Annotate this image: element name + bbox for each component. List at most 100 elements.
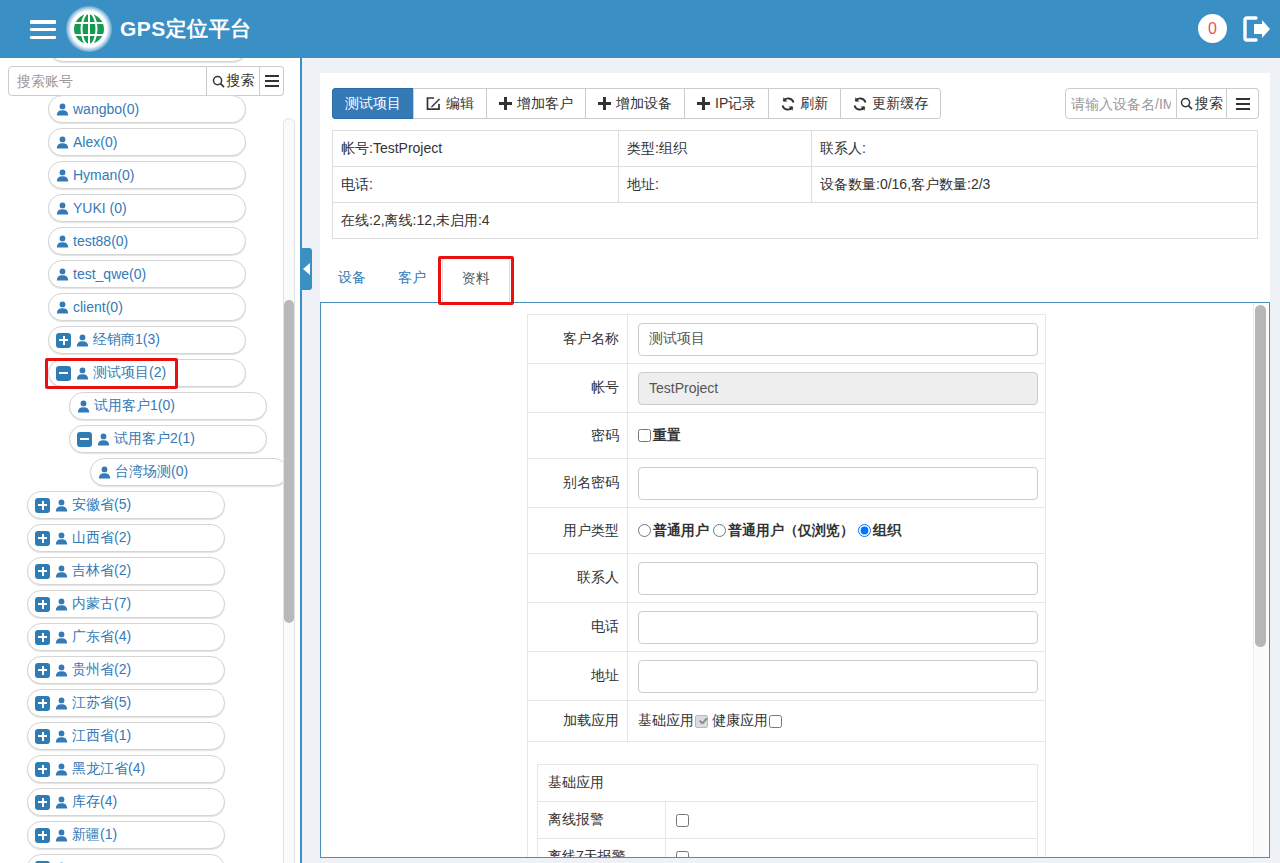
tree-item-江西省(1)[interactable]: 江西省(1) — [27, 722, 225, 750]
toolbar-button-刷新[interactable]: 刷新 — [768, 88, 841, 119]
user-icon — [55, 532, 68, 545]
tree-item-安徽省(5)[interactable]: 安徽省(5) — [27, 491, 225, 519]
expand-plus-icon[interactable] — [35, 597, 50, 612]
form-row-密码: 密码重置 — [528, 413, 1045, 459]
panel-scrollbar-thumb[interactable] — [1255, 305, 1266, 647]
sidebar-collapse-handle[interactable] — [301, 248, 312, 290]
device-search-input[interactable] — [1065, 88, 1177, 119]
user-icon — [98, 466, 111, 479]
tree-item-client(0)[interactable]: client(0) — [48, 293, 246, 321]
form-input-地址[interactable] — [638, 660, 1038, 693]
tree-item-Hyman(0)[interactable]: Hyman(0) — [48, 161, 246, 189]
device-search-menu-button[interactable] — [1227, 88, 1259, 119]
toolbar-button-IP记录[interactable]: IP记录 — [684, 88, 769, 119]
top-bar: GPS定位平台 0 — [0, 0, 1280, 58]
collapse-minus-icon[interactable] — [56, 366, 71, 381]
expand-plus-icon[interactable] — [35, 498, 50, 513]
form-input-帐号[interactable] — [638, 372, 1038, 405]
form-input-联系人[interactable] — [638, 562, 1038, 595]
tree-item-台湾场测(0)[interactable]: 台湾场测(0) — [90, 458, 288, 486]
collapse-minus-icon[interactable] — [77, 432, 92, 447]
form-label: 帐号 — [528, 364, 628, 412]
toolbar-button-更新缓存[interactable]: 更新缓存 — [840, 88, 941, 119]
form-input-别名密码[interactable] — [638, 467, 1038, 500]
account-search-button[interactable]: 搜索 — [207, 66, 260, 96]
form-field — [628, 652, 1045, 700]
user-icon — [76, 334, 89, 347]
tree-item-吉林省(2)[interactable]: 吉林省(2) — [27, 557, 225, 585]
tab-设备[interactable]: 设备 — [322, 257, 382, 303]
tree-item-内蒙古(7)[interactable]: 内蒙古(7) — [27, 590, 225, 618]
tree-item-山西省(2)[interactable]: 山西省(2) — [27, 524, 225, 552]
tree-item-Alex(0)[interactable]: Alex(0) — [48, 128, 246, 156]
toolbar-button-测试项目[interactable]: 测试项目 — [332, 88, 414, 119]
tree-item-经销商1(3)[interactable]: 经销商1(3) — [48, 326, 246, 354]
expand-plus-icon[interactable] — [35, 828, 50, 843]
form-input-电话[interactable] — [638, 611, 1038, 644]
tree-item-贵州省(2)[interactable]: 贵州省(2) — [27, 656, 225, 684]
tree-item-label: 台湾场测(0) — [115, 463, 188, 481]
expand-plus-icon[interactable] — [56, 333, 71, 348]
tree-item-新疆(1)[interactable]: 新疆(1) — [27, 821, 225, 849]
radio-普通用户[interactable] — [638, 524, 651, 537]
tree-item-partial-bottom[interactable] — [27, 854, 225, 863]
user-icon — [56, 103, 69, 116]
tab-资料[interactable]: 资料 — [442, 257, 510, 303]
tree-item-试用客户1(0)[interactable]: 试用客户1(0) — [69, 392, 267, 420]
expand-plus-icon[interactable] — [35, 531, 50, 546]
expand-plus-icon[interactable] — [35, 762, 50, 777]
tree-item-label: 安徽省(5) — [72, 496, 131, 514]
tree-item-wangbo(0)[interactable]: wangbo(0) — [48, 95, 246, 123]
search-icon — [212, 75, 225, 88]
tab-客户[interactable]: 客户 — [382, 257, 442, 303]
expand-plus-icon[interactable] — [35, 564, 50, 579]
device-search-button[interactable]: 搜索 — [1177, 88, 1227, 119]
form-field — [628, 554, 1045, 602]
checkbox-离线7天报警[interactable] — [676, 851, 689, 859]
notification-badge[interactable]: 0 — [1198, 14, 1227, 43]
toolbar-button-增加客户[interactable]: 增加客户 — [486, 88, 586, 119]
tree-item-试用客户2(1)[interactable]: 试用客户2(1) — [69, 425, 267, 453]
form-row-加载应用: 加载应用基础应用健康应用 — [528, 701, 1045, 742]
expand-plus-icon[interactable] — [35, 663, 50, 678]
sidebar-search-menu-button[interactable] — [260, 66, 284, 96]
device-search-group: 搜索 — [1065, 88, 1259, 119]
toolbar-button-增加设备[interactable]: 增加设备 — [585, 88, 685, 119]
expand-plus-icon[interactable] — [35, 729, 50, 744]
toolbar-button-编辑[interactable]: 编辑 — [413, 88, 487, 119]
logout-icon[interactable] — [1242, 16, 1272, 42]
form-label: 电话 — [528, 603, 628, 651]
tree-item-test_qwe(0)[interactable]: test_qwe(0) — [48, 260, 246, 288]
tree-item-YUKI (0)[interactable]: YUKI (0) — [48, 194, 246, 222]
menu-toggle-icon[interactable] — [30, 20, 56, 39]
account-search-input[interactable] — [8, 66, 207, 96]
checkbox-健康应用[interactable] — [769, 715, 782, 728]
app-logo — [66, 6, 112, 52]
sidebar-scrollbar-thumb[interactable] — [284, 300, 294, 623]
checkbox-离线报警[interactable] — [676, 814, 689, 827]
user-icon — [55, 763, 68, 776]
tree-item-测试项目(2)[interactable]: 测试项目(2) — [48, 359, 246, 387]
toolbar: 测试项目编辑增加客户增加设备IP记录刷新更新缓存 — [332, 88, 941, 119]
sidebar-divider — [300, 58, 302, 863]
user-icon — [56, 235, 69, 248]
tree-item-黑龙江省(4)[interactable]: 黑龙江省(4) — [27, 755, 225, 783]
page-title: GPS定位平台 — [120, 0, 252, 58]
section-row-离线报警: 离线报警 — [538, 802, 1037, 839]
expand-plus-icon[interactable] — [35, 795, 50, 810]
radio-组织[interactable] — [858, 524, 871, 537]
form-input-客户名称[interactable] — [638, 323, 1038, 356]
expand-plus-icon[interactable] — [35, 696, 50, 711]
expand-plus-icon[interactable] — [35, 630, 50, 645]
tree-item-江苏省(5)[interactable]: 江苏省(5) — [27, 689, 225, 717]
tree-item-label: 试用客户1(0) — [94, 397, 175, 415]
user-icon — [55, 565, 68, 578]
tree-item-广东省(4)[interactable]: 广东省(4) — [27, 623, 225, 651]
tree-item-label: 经销商1(3) — [93, 331, 160, 349]
tree-item-test88(0)[interactable]: test88(0) — [48, 227, 246, 255]
refresh-icon — [781, 97, 795, 111]
checkbox-重置[interactable] — [638, 429, 651, 442]
tree-item-库存(4)[interactable]: 库存(4) — [27, 788, 225, 816]
tree-item-label: 广东省(4) — [72, 628, 131, 646]
radio-普通用户（仅浏览）[interactable] — [713, 524, 726, 537]
